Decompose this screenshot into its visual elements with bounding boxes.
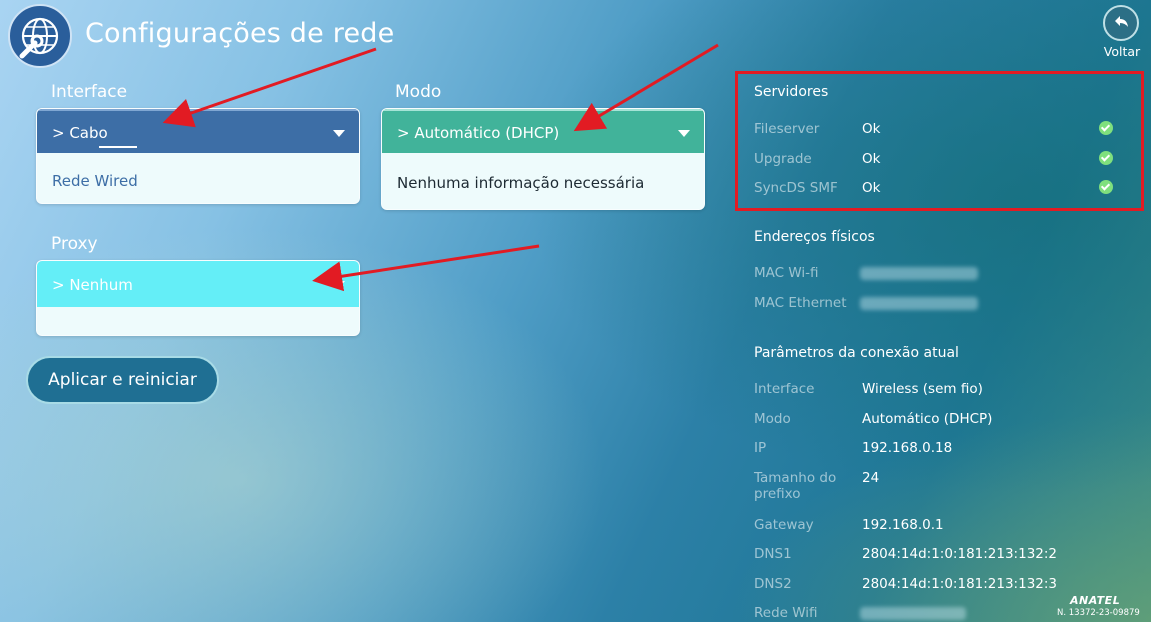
arrow-to-mode (573, 43, 719, 132)
arrow-to-interface (162, 47, 377, 128)
annotation-arrows (162, 43, 719, 292)
arrow-to-proxy (312, 244, 540, 292)
